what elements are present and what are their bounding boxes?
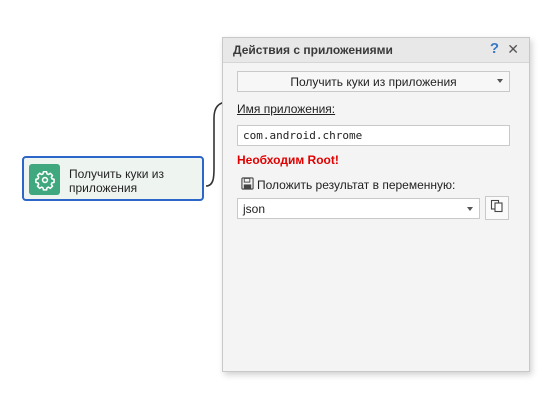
panel-header: Действия с приложениями ? ✕ xyxy=(223,38,529,63)
root-warning: Необходим Root! xyxy=(237,153,339,167)
save-result-row: Положить результат в переменную: xyxy=(241,177,455,193)
action-node[interactable]: Получить куки из приложения xyxy=(22,156,204,201)
copy-button[interactable] xyxy=(485,196,509,220)
app-name-label: Имя приложения: xyxy=(237,102,336,116)
variable-select-value: json xyxy=(243,202,266,216)
action-select[interactable]: Получить куки из приложения xyxy=(237,71,510,92)
node-title: Получить куки из приложения xyxy=(69,167,164,195)
close-icon[interactable]: ✕ xyxy=(507,41,519,58)
floppy-disk-icon xyxy=(241,177,254,193)
help-icon[interactable]: ? xyxy=(490,40,499,57)
chevron-down-icon xyxy=(497,79,503,83)
app-name-input[interactable]: com.android.chrome xyxy=(237,125,510,146)
copy-icon xyxy=(490,199,504,218)
panel-title: Действия с приложениями xyxy=(233,43,393,57)
settings-panel: Действия с приложениями ? ✕ Получить кук… xyxy=(222,37,530,372)
save-result-label: Положить результат в переменную: xyxy=(257,178,456,192)
gear-icon xyxy=(29,164,60,195)
action-select-value: Получить куки из приложения xyxy=(290,74,457,89)
chevron-down-icon xyxy=(467,207,473,211)
variable-select[interactable]: json xyxy=(237,198,480,219)
